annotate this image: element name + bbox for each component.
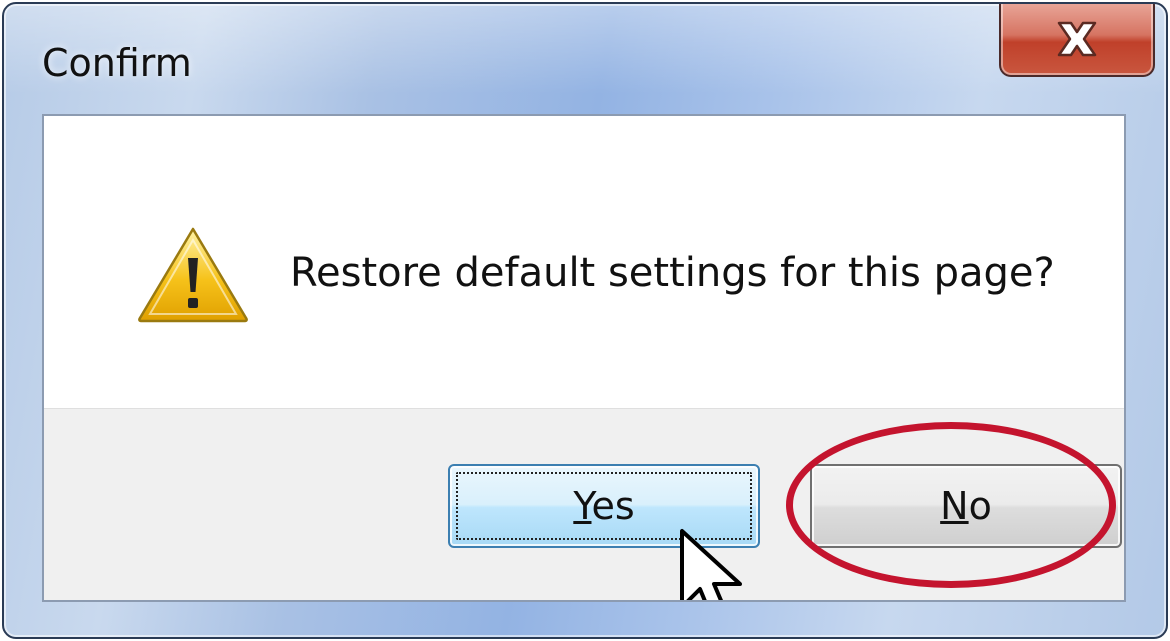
confirm-dialog: Confirm Restore default settings for thi… [2, 2, 1168, 639]
no-button[interactable]: No [810, 464, 1122, 548]
yes-label-rest: es [591, 484, 635, 528]
warning-icon [136, 224, 250, 324]
dialog-body: Restore default settings for this page? … [42, 114, 1126, 602]
no-label-rest: o [968, 484, 992, 528]
close-icon [1051, 19, 1103, 59]
no-button-label: No [940, 484, 992, 528]
no-mnemonic: N [940, 484, 969, 528]
button-bar: Yes No [44, 408, 1124, 600]
yes-mnemonic: Y [573, 484, 592, 528]
dialog-message: Restore default settings for this page? [290, 250, 1055, 296]
mouse-pointer-icon [676, 527, 756, 600]
close-button[interactable] [999, 4, 1155, 77]
dialog-title: Confirm [42, 41, 192, 85]
yes-button-label: Yes [573, 484, 634, 528]
